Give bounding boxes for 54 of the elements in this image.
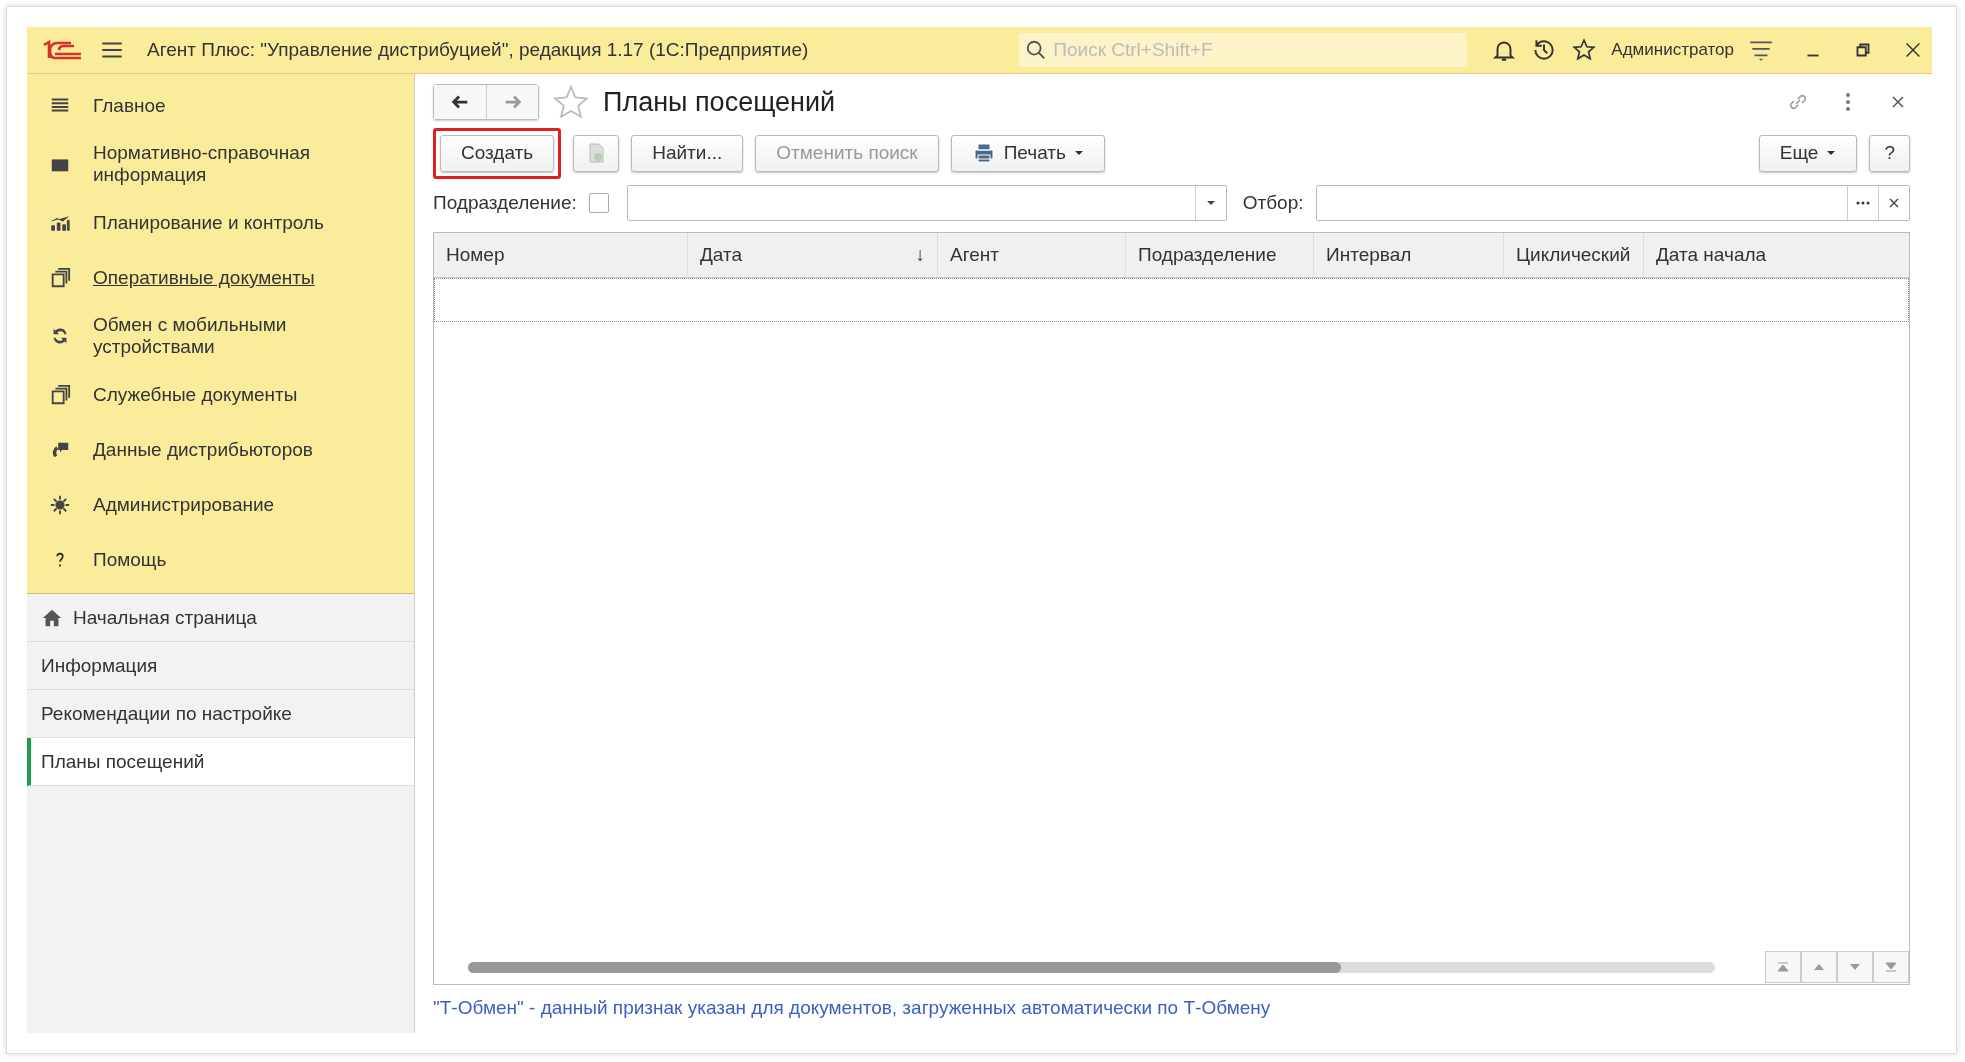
scroll-button[interactable]	[1873, 951, 1909, 983]
window-title: Агент Плюс: "Управление дистрибуцией", редакция 1.17 (1С:Предприятие)	[147, 39, 809, 61]
dropdown-icon	[1205, 200, 1216, 206]
help-button[interactable]: ?	[1869, 134, 1910, 172]
column-header[interactable]: Интервал	[1314, 233, 1504, 277]
column-header[interactable]: Циклический	[1504, 233, 1644, 277]
user-name[interactable]: Администратор	[1611, 40, 1734, 60]
section-icon	[49, 383, 71, 406]
column-header[interactable]: Номер	[434, 233, 688, 277]
back-button[interactable]	[434, 85, 486, 119]
section-item[interactable]: Оперативные документы	[27, 250, 414, 305]
section-item[interactable]: Планирование и контроль	[27, 195, 414, 250]
section-item[interactable]: Обмен с мобильными устройствами	[27, 305, 414, 367]
ellipsis-icon	[1856, 201, 1870, 205]
section-item[interactable]: Помощь	[27, 532, 414, 587]
column-header[interactable]: Дата начала	[1644, 233, 1909, 277]
create-button[interactable]: Создать	[440, 134, 555, 172]
column-header[interactable]: Подразделение	[1126, 233, 1314, 277]
section-item[interactable]: Администрирование	[27, 477, 414, 532]
section-item[interactable]: Нормативно-справочная информация	[27, 133, 414, 195]
search-icon	[1025, 39, 1048, 61]
print-button[interactable]: Печать	[950, 134, 1105, 172]
star-icon[interactable]	[1571, 37, 1598, 63]
scroll-arrow-icon	[1883, 961, 1899, 973]
empty-row[interactable]	[434, 278, 1909, 322]
column-header[interactable]: Агент	[938, 233, 1126, 277]
scroll-button[interactable]	[1765, 951, 1801, 983]
open-page-tab[interactable]: Планы посещений	[27, 738, 414, 786]
form-title: Планы посещений	[603, 86, 836, 118]
scroll-button[interactable]	[1837, 951, 1873, 983]
division-field[interactable]	[626, 185, 1227, 221]
open-page-tab[interactable]: Информация	[27, 642, 414, 690]
caret-icon	[1073, 150, 1084, 156]
section-icon	[49, 266, 71, 289]
more-button[interactable]: Еще	[1758, 134, 1858, 172]
section-item[interactable]: Данные дистрибьюторов	[27, 422, 414, 477]
field-label: Отбор:	[1242, 192, 1304, 214]
toolbar-button[interactable]: Найти...	[631, 134, 744, 172]
open-page-tab[interactable]: Начальная страница	[27, 594, 414, 642]
clear-icon	[1889, 198, 1899, 208]
caret-icon	[1826, 150, 1837, 156]
section-icon	[49, 493, 71, 516]
field-label: Подразделение:	[433, 192, 577, 214]
scroll-button[interactable]	[1801, 951, 1837, 983]
scroll-arrow-icon	[1775, 961, 1791, 973]
section-item[interactable]: Главное	[27, 78, 414, 133]
selection-field[interactable]	[1315, 185, 1910, 221]
section-item[interactable]: Служебные документы	[27, 367, 414, 422]
search-field[interactable]: Поиск Ctrl+Shift+F	[1019, 33, 1468, 67]
column-header[interactable]: Дата ↓	[688, 233, 938, 277]
footnote-text: "Т-Обмен" - данный признак указан для документов, загруженных автоматически по Т-Обмену	[433, 997, 1272, 1019]
horizontal-scrollbar[interactable]	[468, 961, 1715, 973]
checkbox[interactable]	[588, 193, 609, 213]
favorite-star-icon[interactable]	[553, 84, 589, 120]
